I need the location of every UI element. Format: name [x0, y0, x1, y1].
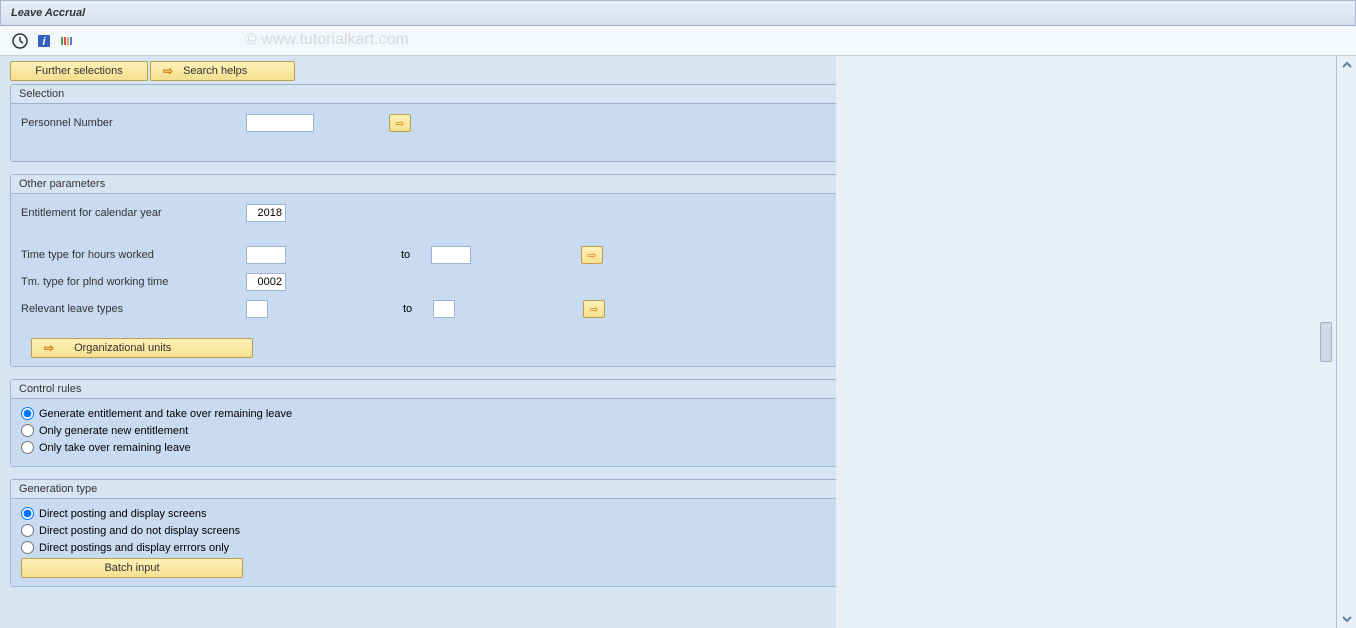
- entitlement-label: Entitlement for calendar year: [21, 207, 246, 219]
- main-content: Further selections Search helps Selectio…: [0, 56, 1356, 628]
- relevant-leave-to-input[interactable]: [433, 300, 455, 318]
- button-label: Organizational units: [74, 342, 171, 354]
- organizational-units-button[interactable]: Organizational units: [31, 338, 253, 358]
- watermark-text: © www.tutorialkart.com: [245, 31, 409, 49]
- radio-label: Direct posting and do not display screen…: [39, 525, 240, 537]
- control-rule-option-3: Only take over remaining leave: [21, 441, 827, 454]
- page-title: Leave Accrual: [11, 7, 85, 19]
- execute-icon[interactable]: [10, 31, 30, 51]
- arrow-right-icon: [163, 64, 173, 78]
- radio-label: Only take over remaining leave: [39, 442, 191, 454]
- generation-type-option-1: Direct posting and display screens: [21, 507, 827, 520]
- panel-body: Entitlement for calendar year Time type …: [11, 194, 837, 366]
- panel-body: Personnel Number: [11, 104, 837, 161]
- generation-type-option-3: Direct postings and display errrors only: [21, 541, 827, 554]
- scroll-thumb-vertical[interactable]: [1320, 322, 1332, 362]
- multiple-selection-button[interactable]: [389, 114, 411, 132]
- tm-type-plnd-label: Tm. type for plnd working time: [21, 276, 246, 288]
- to-label: to: [403, 303, 433, 315]
- scrollbar-vertical: [1336, 56, 1356, 628]
- radio-only-generate[interactable]: [21, 424, 34, 437]
- personnel-number-row: Personnel Number: [21, 112, 827, 134]
- generation-type-panel: Generation type Direct posting and displ…: [10, 479, 838, 587]
- generation-type-option-2: Direct posting and do not display screen…: [21, 524, 827, 537]
- time-type-hours-label: Time type for hours worked: [21, 249, 246, 261]
- radio-direct-errors[interactable]: [21, 541, 34, 554]
- content-area: Further selections Search helps Selectio…: [0, 56, 1356, 628]
- relevant-leave-label: Relevant leave types: [21, 303, 246, 315]
- to-label: to: [401, 249, 431, 261]
- button-label: Search helps: [183, 65, 247, 77]
- org-button-row: Organizational units: [31, 338, 827, 358]
- tm-type-plnd-input[interactable]: [246, 273, 286, 291]
- panel-header: Generation type: [11, 480, 837, 499]
- scroll-up-icon[interactable]: [1341, 59, 1353, 71]
- other-parameters-panel: Other parameters Entitlement for calenda…: [10, 174, 838, 367]
- panel-header: Selection: [11, 85, 837, 104]
- right-blank-panel: [836, 56, 1336, 628]
- scroll-down-icon[interactable]: [1341, 613, 1353, 625]
- radio-generate-takeover[interactable]: [21, 407, 34, 420]
- title-bar: Leave Accrual: [0, 0, 1356, 26]
- radio-only-takeover[interactable]: [21, 441, 34, 454]
- radio-label: Direct postings and display errrors only: [39, 542, 229, 554]
- time-type-hours-row: Time type for hours worked to: [21, 244, 827, 266]
- radio-label: Only generate new entitlement: [39, 425, 188, 437]
- control-rule-option-1: Generate entitlement and take over remai…: [21, 407, 827, 420]
- entitlement-input[interactable]: [246, 204, 286, 222]
- toolbar: i © www.tutorialkart.com: [0, 26, 1356, 56]
- panel-body: Direct posting and display screens Direc…: [11, 499, 837, 586]
- personnel-number-input[interactable]: [246, 114, 314, 132]
- entitlement-row: Entitlement for calendar year: [21, 202, 827, 224]
- radio-label: Generate entitlement and take over remai…: [39, 408, 292, 420]
- time-type-hours-from-input[interactable]: [246, 246, 286, 264]
- radio-direct-no-display[interactable]: [21, 524, 34, 537]
- search-helps-button[interactable]: Search helps: [150, 61, 295, 81]
- further-selections-button[interactable]: Further selections: [10, 61, 148, 81]
- batch-input-button[interactable]: Batch input: [21, 558, 243, 578]
- variants-icon[interactable]: [58, 31, 78, 51]
- info-icon[interactable]: i: [34, 31, 54, 51]
- panel-header: Control rules: [11, 380, 837, 399]
- relevant-leave-row: Relevant leave types to: [21, 298, 827, 320]
- multiple-selection-button[interactable]: [583, 300, 605, 318]
- button-label: Batch input: [104, 562, 159, 574]
- multiple-selection-button[interactable]: [581, 246, 603, 264]
- personnel-number-label: Personnel Number: [21, 117, 246, 129]
- arrow-right-icon: [44, 341, 54, 355]
- radio-label: Direct posting and display screens: [39, 508, 207, 520]
- time-type-hours-to-input[interactable]: [431, 246, 471, 264]
- control-rule-option-2: Only generate new entitlement: [21, 424, 827, 437]
- relevant-leave-from-input[interactable]: [246, 300, 268, 318]
- panel-body: Generate entitlement and take over remai…: [11, 399, 837, 466]
- button-label: Further selections: [35, 65, 122, 77]
- control-rules-panel: Control rules Generate entitlement and t…: [10, 379, 838, 467]
- tm-type-plnd-row: Tm. type for plnd working time: [21, 271, 827, 293]
- selection-panel: Selection Personnel Number: [10, 84, 838, 162]
- panel-header: Other parameters: [11, 175, 837, 194]
- radio-direct-display[interactable]: [21, 507, 34, 520]
